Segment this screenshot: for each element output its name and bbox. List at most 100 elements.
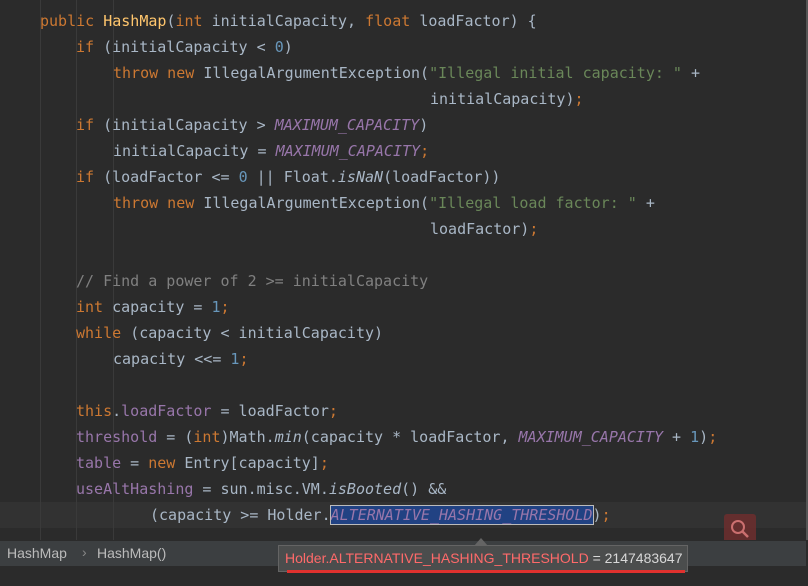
code-token: if — [76, 38, 104, 56]
code-token: IllegalArgumentException( — [203, 64, 430, 82]
code-token: isNaN — [337, 168, 384, 186]
code-line[interactable]: initialCapacity = MAXIMUM_CAPACITY; — [113, 138, 429, 164]
code-line[interactable]: capacity <<= 1; — [113, 346, 248, 372]
code-token: capacity <<= — [113, 350, 231, 368]
code-token: Entry[capacity] — [184, 454, 320, 472]
code-token: "Illegal initial capacity: " — [429, 64, 682, 82]
code-token: (initialCapacity > — [103, 116, 275, 134]
code-token: ) — [699, 428, 709, 446]
code-token: MAXIMUM_CAPACITY — [518, 428, 664, 446]
code-token: throw new — [113, 64, 204, 82]
code-token: ) — [419, 116, 429, 134]
code-token: new — [148, 454, 185, 472]
code-token: throw new — [113, 194, 204, 212]
breadcrumb-item-class[interactable]: HashMap — [7, 545, 67, 561]
breadcrumb-item-method[interactable]: HashMap() — [97, 545, 166, 561]
indent-guide — [40, 0, 41, 540]
selected-token: ALTERNATIVE_HASHING_THRESHOLD — [329, 505, 594, 525]
code-token: // Find a power of 2 >= initialCapacity — [76, 272, 429, 290]
code-token: = sun.misc.VM. — [193, 480, 329, 498]
tooltip-constant-name: Holder.ALTERNATIVE_HASHING_THRESHOLD — [285, 550, 589, 566]
code-token: ; — [574, 90, 584, 108]
code-token: + — [636, 194, 655, 212]
code-token: IllegalArgumentException( — [203, 194, 430, 212]
code-token: ; — [529, 220, 539, 238]
code-token: float — [365, 12, 420, 30]
code-line[interactable]: useAltHashing = sun.misc.VM.isBooted() &… — [76, 476, 446, 502]
code-line[interactable]: loadFactor); — [430, 216, 538, 242]
code-token: loadFactor — [121, 402, 212, 420]
code-token: || Float. — [247, 168, 338, 186]
code-token: = loadFactor — [211, 402, 329, 420]
code-token: table — [76, 454, 122, 472]
code-token: ) — [592, 506, 602, 524]
code-token: )Math. — [220, 428, 275, 446]
code-line[interactable]: if (loadFactor <= 0 || Float.isNaN(loadF… — [76, 164, 500, 190]
code-token: useAltHashing — [76, 480, 194, 498]
code-token: HashMap — [103, 12, 167, 30]
code-token: loadFactor) { — [419, 12, 537, 30]
code-line[interactable]: throw new IllegalArgumentException("Ille… — [113, 60, 700, 86]
code-token: ; — [708, 428, 718, 446]
partial-line-top: , — [0, 0, 806, 8]
code-token: ; — [239, 350, 249, 368]
code-token: isBooted — [328, 480, 402, 498]
code-token: 1 — [211, 298, 221, 316]
code-line[interactable]: table = new Entry[capacity]; — [76, 450, 329, 476]
code-token: MAXIMUM_CAPACITY — [275, 142, 421, 160]
code-token: int — [193, 428, 221, 446]
code-token: (capacity >= Holder. — [150, 506, 331, 524]
code-token: int — [175, 12, 212, 30]
code-token: = — [121, 454, 149, 472]
code-line[interactable]: threshold = (int)Math.min(capacity * loa… — [76, 424, 717, 450]
code-token: 1 — [690, 428, 700, 446]
code-editor[interactable]: , public HashMap(int initialCapacity, fl… — [0, 0, 808, 544]
code-line[interactable]: while (capacity < initialCapacity) — [76, 320, 383, 346]
code-line[interactable]: int capacity = 1; — [76, 294, 230, 320]
code-line[interactable]: public HashMap(int initialCapacity, floa… — [40, 8, 537, 34]
code-token: ; — [420, 142, 430, 160]
tooltip-constant-value: = 2147483647 — [588, 550, 683, 566]
code-token: int — [76, 298, 113, 316]
code-token: loadFactor) — [430, 220, 530, 238]
code-line[interactable]: // Find a power of 2 >= initialCapacity — [76, 268, 428, 294]
code-token: (loadFactor <= — [103, 168, 239, 186]
code-token: MAXIMUM_CAPACITY — [274, 116, 420, 134]
code-token: (loadFactor)) — [383, 168, 501, 186]
code-token: public — [40, 12, 104, 30]
code-token: + — [681, 64, 701, 82]
code-token: threshold — [76, 428, 158, 446]
code-token: (capacity < initialCapacity) — [130, 324, 384, 342]
chevron-right-icon: › — [82, 544, 87, 560]
code-token: (initialCapacity < — [103, 38, 275, 56]
code-token: initialCapacity) — [430, 90, 575, 108]
code-token: initialCapacity, — [211, 12, 366, 30]
code-token: if — [76, 168, 104, 186]
tooltip-text: Holder.ALTERNATIVE_HASHING_THRESHOLD = 2… — [285, 550, 683, 566]
code-line[interactable]: this.loadFactor = loadFactor; — [76, 398, 338, 424]
code-line[interactable]: if (initialCapacity < 0) — [76, 34, 293, 60]
code-token: ) — [283, 38, 293, 56]
code-token: () && — [401, 480, 447, 498]
code-token: 0 — [238, 168, 248, 186]
code-line[interactable]: if (initialCapacity > MAXIMUM_CAPACITY) — [76, 112, 428, 138]
code-line[interactable]: throw new IllegalArgumentException("Ille… — [113, 190, 655, 216]
code-token: if — [76, 116, 104, 134]
code-token: ; — [220, 298, 230, 316]
code-token: while — [76, 324, 131, 342]
code-token: "Illegal load factor: " — [429, 194, 637, 212]
code-token: ; — [328, 402, 338, 420]
code-token: min — [274, 428, 302, 446]
code-token: . — [112, 402, 122, 420]
code-line[interactable]: initialCapacity); — [430, 86, 584, 112]
code-token: = ( — [157, 428, 194, 446]
code-token: ; — [601, 506, 611, 524]
tooltip-underline — [287, 570, 685, 573]
code-token: (capacity * loadFactor, — [301, 428, 519, 446]
code-line[interactable]: (capacity >= Holder.ALTERNATIVE_HASHING_… — [150, 502, 611, 528]
code-token: ; — [319, 454, 329, 472]
code-token: + — [663, 428, 691, 446]
code-token: 0 — [274, 38, 284, 56]
code-token: this — [76, 402, 113, 420]
value-tooltip: Holder.ALTERNATIVE_HASHING_THRESHOLD = 2… — [278, 545, 688, 573]
